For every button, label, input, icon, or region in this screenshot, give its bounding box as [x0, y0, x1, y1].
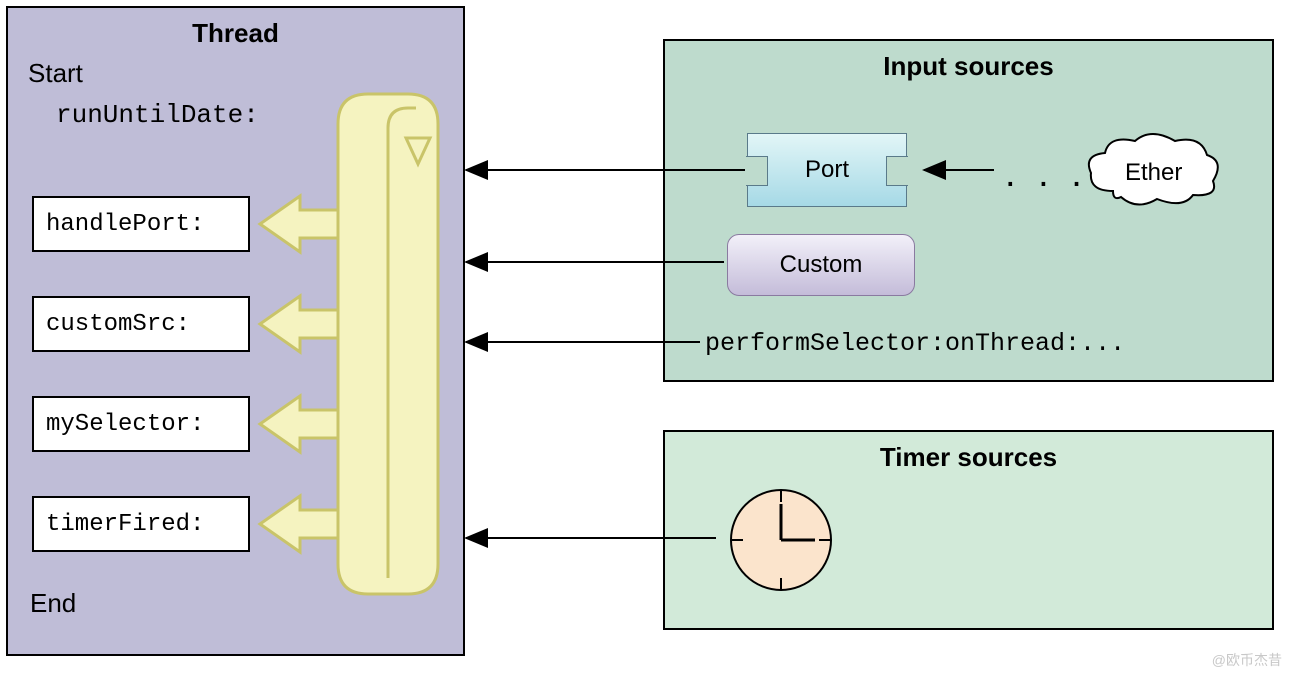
input-sources-panel: Input sources Port Custom performSelecto…: [663, 39, 1274, 382]
port-box: Port: [747, 133, 907, 207]
thread-title: Thread: [8, 18, 463, 49]
handler-label: timerFired:: [46, 511, 204, 538]
handler-timerfired: timerFired:: [32, 496, 250, 552]
custom-box: Custom: [727, 234, 915, 296]
handler-label: handlePort:: [46, 211, 204, 238]
clock-icon: [721, 480, 841, 600]
thread-method-label: runUntilDate:: [56, 100, 259, 130]
handler-myselector: mySelector:: [32, 396, 250, 452]
ether-label: Ether: [1125, 159, 1182, 187]
ether-dots: . . .: [1005, 153, 1088, 196]
port-notch-right: [886, 156, 908, 186]
handler-handleport: handlePort:: [32, 196, 250, 252]
timer-sources-panel: Timer sources: [663, 430, 1274, 630]
thread-start-label: Start: [28, 58, 83, 89]
watermark: @欧币杰昔: [1212, 650, 1282, 670]
input-sources-title: Input sources: [665, 51, 1272, 82]
handler-label: mySelector:: [46, 411, 204, 438]
perform-selector-text: performSelector:onThread:...: [705, 329, 1125, 358]
timer-sources-title: Timer sources: [665, 442, 1272, 473]
port-label: Port: [805, 156, 849, 184]
handler-label: customSrc:: [46, 311, 190, 338]
custom-label: Custom: [780, 251, 863, 279]
handler-customsrc: customSrc:: [32, 296, 250, 352]
port-notch-left: [746, 156, 768, 186]
thread-end-label: End: [30, 588, 76, 619]
thread-panel: Thread Start runUntilDate: handlePort: c…: [6, 6, 465, 656]
